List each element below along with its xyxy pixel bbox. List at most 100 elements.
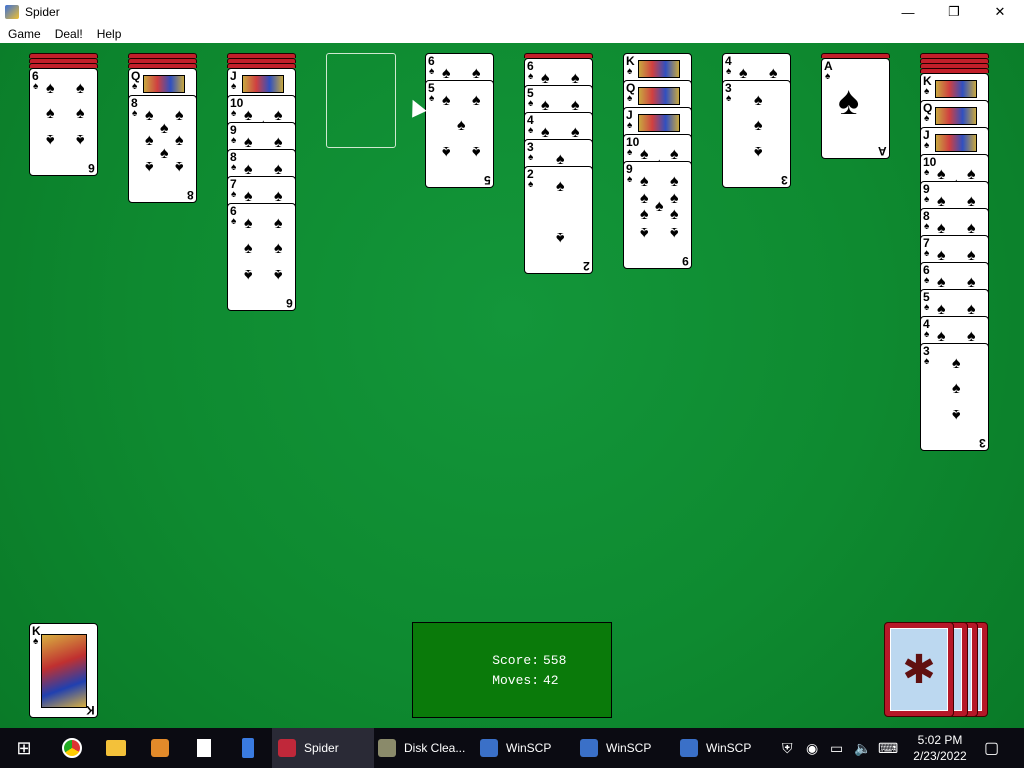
spider-icon (278, 739, 296, 757)
maximize-button[interactable]: ❐ (931, 0, 977, 24)
stock-pile-top[interactable]: ✱ (884, 622, 954, 717)
spade-icon: ♠ (952, 380, 961, 397)
spade-icon: ♠ (924, 302, 930, 313)
score-value: 558 (543, 653, 567, 668)
spade-icon: ♠ (670, 173, 679, 190)
taskbar-app-winscp[interactable]: WinSCP (674, 728, 778, 768)
playing-card[interactable]: 6 ♠ ♠ ♠ ♠ ♠ ♠ ♠ 6 (29, 68, 98, 176)
media-player-icon[interactable] (138, 728, 182, 768)
close-button[interactable]: ✕ (977, 0, 1023, 24)
empty-column-slot[interactable] (326, 53, 396, 148)
playing-card[interactable]: 8 ♠ ♠ ♠ ♠ ♠ ♠ ♠ ♠ ♠ 8 (128, 95, 197, 203)
spade-icon: ♠ (442, 92, 451, 109)
spade-icon: ♠ (244, 215, 253, 232)
security-icon[interactable]: ⛨ (782, 728, 793, 768)
spade-icon: ♠ (627, 147, 633, 158)
playing-card[interactable]: 2 ♠ ♠ ♠ 2 (524, 166, 593, 274)
spade-icon: ♠ (528, 152, 534, 163)
clock[interactable]: 5:02 PM 2/23/2022 (908, 732, 972, 764)
start-button[interactable]: ⊞ (0, 728, 48, 768)
completed-suit-card: K ♠ K (29, 623, 98, 718)
spade-icon: ♠ (33, 81, 39, 92)
spade-icon: ♠ (924, 194, 930, 205)
keyboard-icon[interactable]: ⌨ (878, 728, 898, 768)
document-icon[interactable] (182, 728, 226, 768)
volume-icon[interactable]: 🔈 (854, 728, 871, 768)
face-card-art (935, 80, 977, 98)
winscp-icon (680, 739, 698, 757)
taskbar-app-spider[interactable]: Spider (272, 728, 374, 768)
network-icon[interactable]: ▭ (830, 728, 843, 768)
taskbar-app-label: WinSCP (506, 741, 552, 755)
chrome-icon[interactable] (50, 728, 94, 768)
notifications-icon[interactable]: ▢ (984, 728, 999, 768)
spade-icon: ♠ (627, 174, 633, 185)
spade-icon: ♠ (274, 215, 283, 232)
spade-icon: ♠ (924, 221, 930, 232)
spade-icon: ♠ (670, 190, 679, 207)
playing-card[interactable]: 5 ♠ ♠ ♠ ♠ ♠ ♠ 5 (425, 80, 494, 188)
winscp-icon (480, 739, 498, 757)
menu-deal[interactable]: Deal! (47, 27, 89, 41)
spade-icon: ♠ (655, 198, 664, 215)
spider-icon: ✱ (890, 628, 948, 711)
playing-card[interactable]: 9 ♠ ♠ ♠ ♠ ♠ ♠ ♠ ♠ ♠ ♠ 9 (623, 161, 692, 269)
spade-icon: ♠ (429, 66, 435, 77)
spade-icon: ♠ (442, 143, 451, 160)
spade-icon: ♠ (726, 93, 732, 104)
file-explorer-icon[interactable] (94, 728, 138, 768)
spade-icon: ♠ (952, 355, 961, 372)
taskbar-app-disk-clea-[interactable]: Disk Clea... (372, 728, 478, 768)
face-card-art (935, 107, 977, 125)
spade-icon: ♠ (952, 406, 961, 423)
taskbar-app-winscp[interactable]: WinSCP (574, 728, 678, 768)
spade-icon: ♠ (46, 80, 55, 97)
playing-card[interactable]: 3 ♠ ♠ ♠ ♠ 3 (920, 343, 989, 451)
card-rank-bottom: 3 (781, 173, 788, 187)
spade-icon: ♠ (825, 71, 831, 82)
spade-icon: ♠ (132, 108, 138, 119)
spade-icon: ♠ (838, 79, 860, 123)
app-icon[interactable] (226, 728, 270, 768)
card-rank-bottom: 8 (187, 188, 194, 202)
menu-help[interactable]: Help (89, 27, 128, 41)
chrome-tray-icon[interactable]: ◉ (806, 728, 818, 768)
spade-icon: ♠ (528, 179, 534, 190)
spade-icon: ♠ (670, 206, 679, 223)
face-card-art (242, 75, 284, 93)
playing-card[interactable]: A ♠ ♠ A (821, 58, 890, 159)
spade-icon: ♠ (528, 71, 534, 82)
clock-date: 2/23/2022 (913, 749, 967, 763)
spade-icon: ♠ (670, 224, 679, 241)
spade-icon: ♠ (46, 131, 55, 148)
face-card-art (935, 134, 977, 152)
spade-icon: ♠ (160, 120, 169, 137)
taskbar: ⊞ Spider Disk Clea... WinSCP WinSCP WinSCP ⛨… (0, 728, 1024, 768)
spade-icon: ♠ (472, 92, 481, 109)
minimize-button[interactable]: — (885, 0, 931, 24)
spade-icon: ♠ (627, 93, 633, 104)
spade-icon: ♠ (924, 113, 930, 124)
menu-game[interactable]: Game (0, 27, 47, 41)
spade-icon: ♠ (640, 190, 649, 207)
playing-card[interactable]: 3 ♠ ♠ ♠ ♠ 3 (722, 80, 791, 188)
face-card-art (638, 60, 680, 78)
spade-icon: ♠ (640, 173, 649, 190)
spade-icon: ♠ (528, 125, 534, 136)
taskbar-app-label: Spider (304, 741, 339, 755)
taskbar-app-label: WinSCP (606, 741, 652, 755)
spade-icon: ♠ (924, 248, 930, 259)
card-rank-bottom: 6 (88, 161, 95, 175)
playing-card[interactable]: 6 ♠ ♠ ♠ ♠ ♠ ♠ ♠ 6 (227, 203, 296, 311)
king-face-art (41, 634, 87, 708)
winscp-icon (580, 739, 598, 757)
spade-icon: ♠ (924, 140, 930, 151)
score-label: Score: (492, 653, 539, 668)
spade-icon: ♠ (640, 224, 649, 241)
moves-value: 42 (543, 673, 559, 688)
score-panel: Score: 558 Moves: 42 (412, 622, 612, 718)
taskbar-app-winscp[interactable]: WinSCP (474, 728, 578, 768)
card-rank-bottom: A (878, 144, 887, 158)
menu-bar: Game Deal! Help (0, 24, 1024, 43)
taskbar-app-label: Disk Clea... (404, 741, 466, 755)
